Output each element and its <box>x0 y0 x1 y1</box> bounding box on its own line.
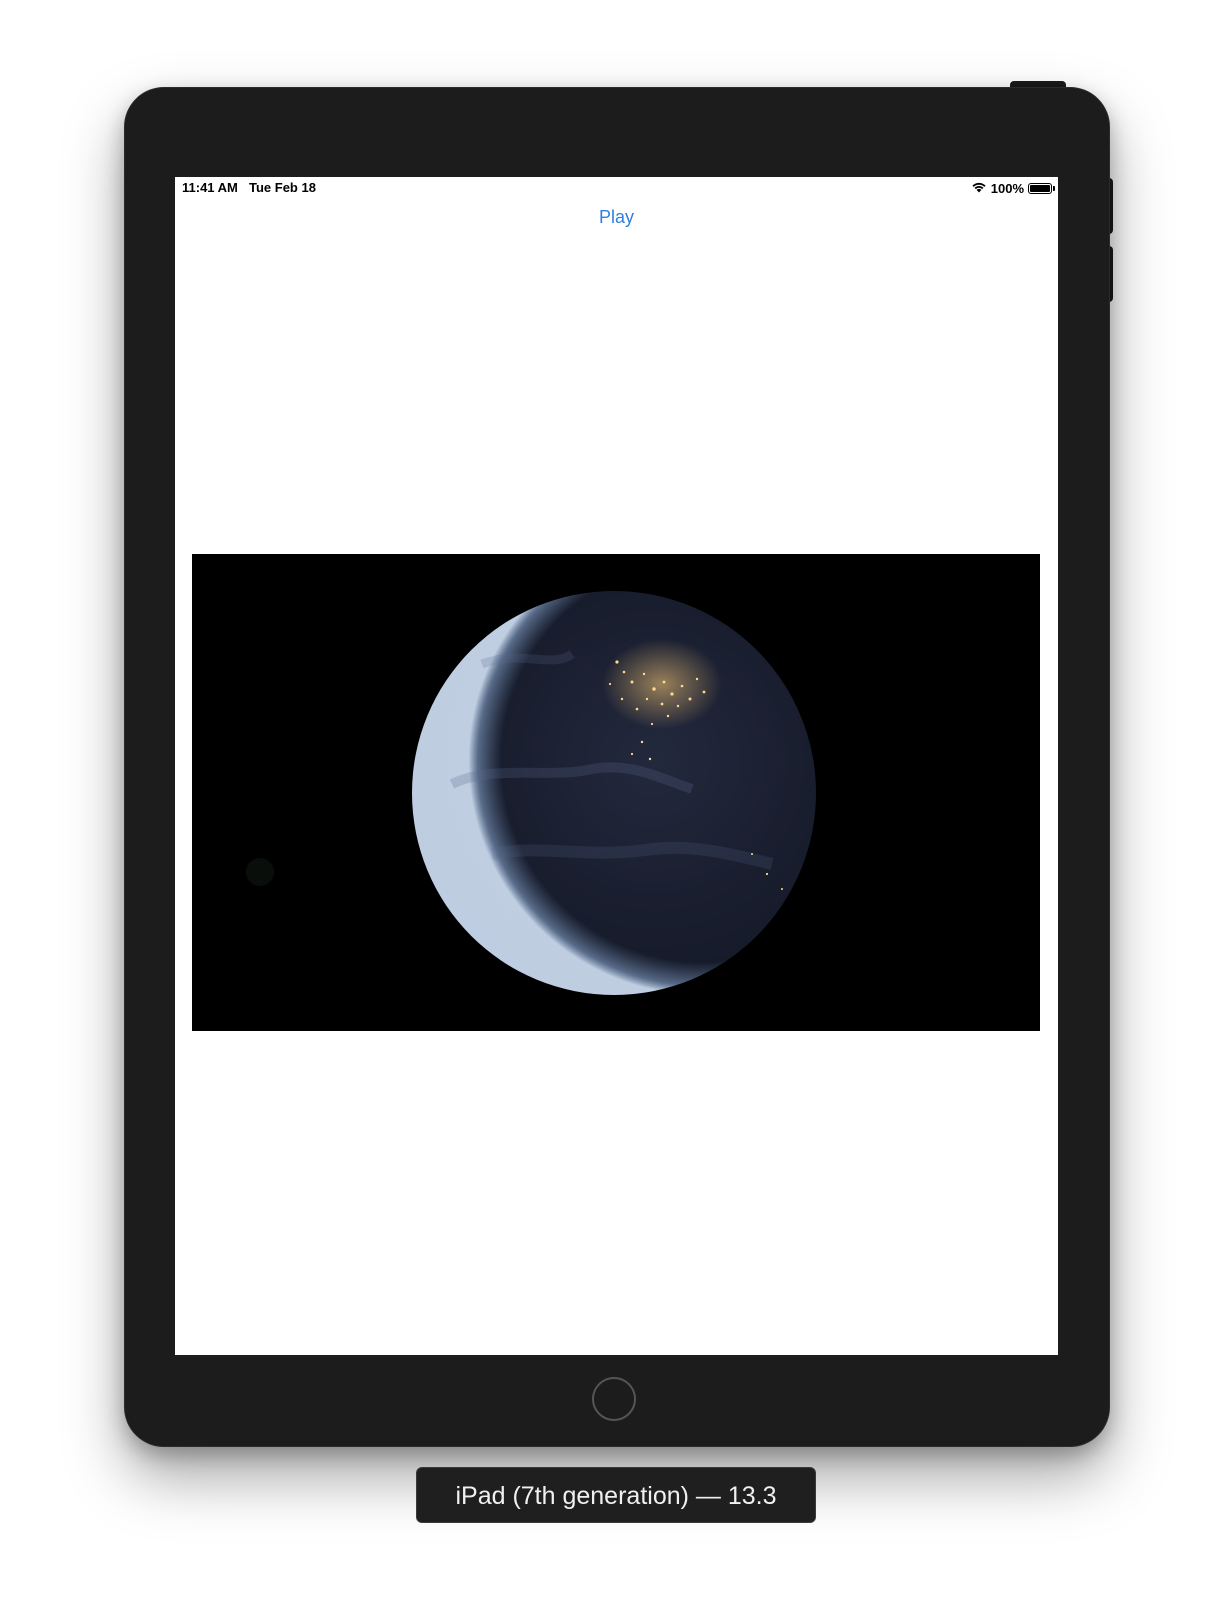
battery-percentage: 100% <box>990 180 1024 196</box>
earth-video-frame <box>192 554 1040 1031</box>
status-bar: 11:41 AM Tue Feb 18 100% <box>175 177 1058 199</box>
play-button[interactable]: Play <box>175 207 1058 228</box>
home-button[interactable] <box>592 1377 636 1421</box>
simulator-window: 11:41 AM Tue Feb 18 100% Play iPad (7th … <box>0 0 1232 1604</box>
battery-fill <box>1030 184 1050 192</box>
battery-icon <box>1028 182 1055 194</box>
device-caption: iPad (7th generation) — 13.3 <box>416 1467 816 1523</box>
wifi-icon <box>971 181 987 196</box>
status-date: Tue Feb 18 <box>249 180 316 195</box>
status-time: 11:41 AM <box>182 180 238 195</box>
status-indicators: 100% <box>971 179 1055 197</box>
device-screen: 11:41 AM Tue Feb 18 100% Play <box>175 177 1058 1355</box>
video-player[interactable] <box>192 554 1040 1031</box>
